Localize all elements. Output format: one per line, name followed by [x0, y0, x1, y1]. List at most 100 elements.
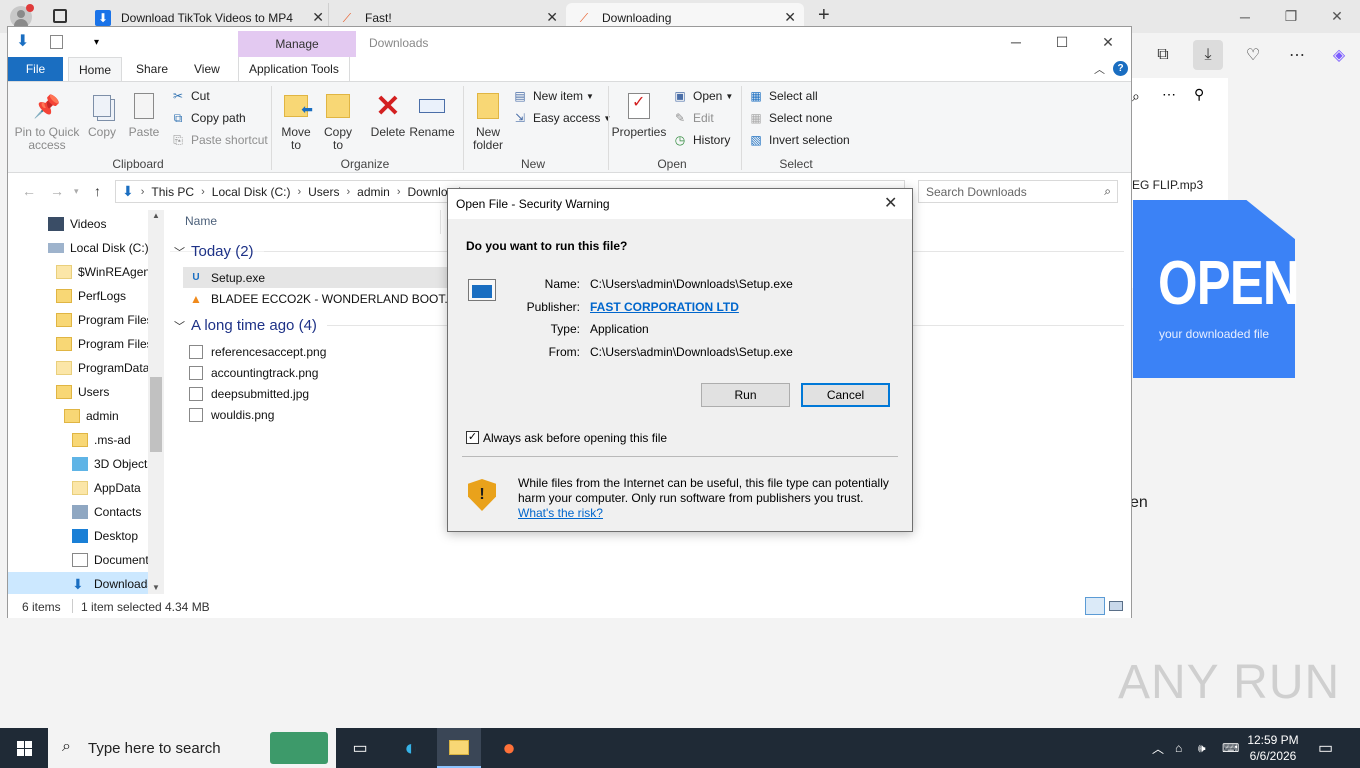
- firefox-icon[interactable]: ●: [487, 728, 531, 768]
- publisher-link[interactable]: FAST CORPORATION LTD: [590, 300, 739, 314]
- start-button[interactable]: [2, 728, 46, 768]
- breadcrumb-admin[interactable]: admin: [357, 185, 390, 199]
- show-hidden-icons[interactable]: ︿: [1152, 728, 1164, 768]
- help-icon[interactable]: ?: [1113, 61, 1128, 76]
- nav-item-programdata[interactable]: ProgramData: [8, 356, 164, 380]
- pin-icon[interactable]: ⚲: [1194, 86, 1204, 103]
- copy-to-button[interactable]: Copy to: [318, 90, 358, 152]
- scroll-down-icon[interactable]: ▼: [152, 583, 160, 592]
- breadcrumb-users[interactable]: Users: [308, 185, 339, 199]
- details-view-button[interactable]: [1085, 597, 1105, 615]
- performance-icon[interactable]: ♡: [1238, 40, 1268, 70]
- scroll-up-icon[interactable]: ▲: [152, 211, 160, 220]
- tab-file[interactable]: File: [8, 57, 63, 81]
- rename-button[interactable]: Rename: [409, 90, 455, 139]
- new-folder-button[interactable]: New folder: [468, 90, 508, 152]
- profile-icon[interactable]: [10, 4, 34, 28]
- taskbar-search-input[interactable]: ⌕ Type here to search: [48, 728, 336, 768]
- delete-button[interactable]: ✕ Delete: [368, 90, 408, 139]
- select-all-button[interactable]: ▦ Select all: [748, 86, 817, 106]
- tab-share[interactable]: Share: [126, 57, 178, 81]
- move-to-button[interactable]: ⬅ Move to: [276, 90, 316, 152]
- close-button[interactable]: ✕: [1085, 30, 1131, 54]
- close-tab-icon[interactable]: ✕: [312, 9, 324, 26]
- nav-item-program-files-x86[interactable]: Program Files: [8, 332, 164, 356]
- edge-icon[interactable]: ◐: [389, 728, 433, 768]
- cancel-button[interactable]: Cancel: [801, 383, 890, 407]
- dialog-close-button[interactable]: ✕: [884, 193, 897, 213]
- properties-button[interactable]: ✓ Properties: [611, 90, 667, 139]
- file-row[interactable]: referencesaccept.png: [183, 341, 448, 362]
- paste-shortcut-button[interactable]: ⎘ Paste shortcut: [170, 130, 268, 150]
- file-row[interactable]: wouldis.png: [183, 404, 448, 425]
- breadcrumb-local-disk[interactable]: Local Disk (C:): [212, 185, 291, 199]
- collections-icon[interactable]: ⧉: [1148, 40, 1178, 70]
- volume-icon[interactable]: 🕪: [1198, 728, 1206, 768]
- search-input[interactable]: Search Downloads ⌕: [918, 180, 1118, 203]
- nav-item-downloads[interactable]: ⬇ Downloads: [8, 572, 164, 594]
- file-explorer-icon[interactable]: [437, 728, 481, 768]
- file-row-setup[interactable]: U Setup.exe: [183, 267, 448, 288]
- file-row[interactable]: accountingtrack.png: [183, 362, 448, 383]
- nav-item-local-disk[interactable]: Local Disk (C:): [8, 236, 164, 260]
- easy-access-button[interactable]: ⇲Easy access▼: [512, 108, 611, 128]
- file-row-bladee[interactable]: ▲ BLADEE ECCO2K - WONDERLAND BOOT...: [183, 288, 448, 309]
- more-icon[interactable]: ⋯: [1282, 40, 1312, 70]
- qat-dropdown-icon[interactable]: ▾: [94, 37, 99, 48]
- history-button[interactable]: ◷ History: [672, 130, 731, 150]
- nav-scrollbar-thumb[interactable]: [150, 377, 162, 452]
- nav-item-perflogs[interactable]: PerfLogs: [8, 284, 164, 308]
- tab-home[interactable]: Home: [68, 57, 123, 81]
- properties-qat-icon[interactable]: [50, 35, 63, 49]
- clock[interactable]: 12:59 PM 6/6/2026: [1242, 732, 1304, 764]
- back-button[interactable]: ←: [22, 183, 36, 199]
- breadcrumb-this-pc[interactable]: This PC: [151, 185, 194, 199]
- tab-application-tools[interactable]: Application Tools: [238, 57, 350, 81]
- copilot-icon[interactable]: ◈: [1324, 40, 1354, 70]
- copy-path-button[interactable]: ⧉ Copy path: [170, 108, 246, 128]
- nav-item-3d-objects[interactable]: 3D Objects: [8, 452, 164, 476]
- file-row[interactable]: deepsubmitted.jpg: [183, 383, 448, 404]
- nav-item-program-files[interactable]: Program Files: [8, 308, 164, 332]
- always-ask-label[interactable]: Always ask before opening this file: [483, 431, 667, 445]
- always-ask-checkbox[interactable]: ✓: [466, 431, 479, 444]
- pin-quick-access-button[interactable]: 📌 Pin to Quick access: [14, 90, 80, 152]
- maximize-button[interactable]: ☐: [1039, 30, 1085, 54]
- large-icons-view-button[interactable]: [1107, 597, 1127, 615]
- close-tab-icon[interactable]: ✕: [546, 9, 558, 26]
- open-button[interactable]: ▣ Open ▼: [672, 86, 733, 106]
- paste-button[interactable]: Paste: [126, 90, 162, 139]
- cut-button[interactable]: ✂ Cut: [170, 86, 210, 106]
- notifications-icon[interactable]: ▭: [1318, 728, 1333, 768]
- whats-the-risk-link[interactable]: What's the risk?: [518, 506, 603, 520]
- nav-item-users[interactable]: Users: [8, 380, 164, 404]
- task-view-icon[interactable]: ▭: [338, 728, 382, 768]
- recent-locations-icon[interactable]: ▾: [74, 186, 79, 197]
- search-icon[interactable]: ⌕: [1132, 88, 1140, 105]
- nav-item-ms-ad[interactable]: .ms-ad: [8, 428, 164, 452]
- nav-item-contacts[interactable]: Contacts: [8, 500, 164, 524]
- nav-item-videos[interactable]: Videos: [8, 212, 164, 236]
- nav-item-admin[interactable]: admin: [8, 404, 164, 428]
- new-item-button[interactable]: ▤ New item ▼: [512, 86, 594, 106]
- manage-tab[interactable]: Manage: [238, 31, 356, 57]
- up-button[interactable]: ↑: [94, 183, 101, 199]
- new-folder-qat-icon[interactable]: [72, 36, 86, 48]
- select-none-button[interactable]: ▦ Select none: [748, 108, 832, 128]
- more-options-icon[interactable]: ⋯: [1162, 86, 1176, 103]
- nav-item-appdata[interactable]: AppData: [8, 476, 164, 500]
- tab-view[interactable]: View: [184, 57, 230, 81]
- edit-button[interactable]: ✎ Edit: [672, 108, 714, 128]
- column-header-name[interactable]: Name: [185, 214, 217, 228]
- nav-item-winreagent[interactable]: $WinREAgent: [8, 260, 164, 284]
- collapse-ribbon-icon[interactable]: ︿: [1094, 61, 1105, 77]
- network-icon[interactable]: ⌂: [1175, 728, 1182, 768]
- invert-selection-button[interactable]: ▧ Invert selection: [748, 130, 849, 150]
- nav-item-desktop[interactable]: Desktop: [8, 524, 164, 548]
- browser-restore-button[interactable]: ❐: [1268, 0, 1314, 33]
- downloads-icon[interactable]: ⤓: [1193, 40, 1223, 70]
- nav-item-documents[interactable]: Documents: [8, 548, 164, 572]
- keyboard-icon[interactable]: ⌨: [1222, 728, 1239, 768]
- new-tab-button[interactable]: +: [818, 4, 830, 27]
- forward-button[interactable]: →: [50, 183, 64, 199]
